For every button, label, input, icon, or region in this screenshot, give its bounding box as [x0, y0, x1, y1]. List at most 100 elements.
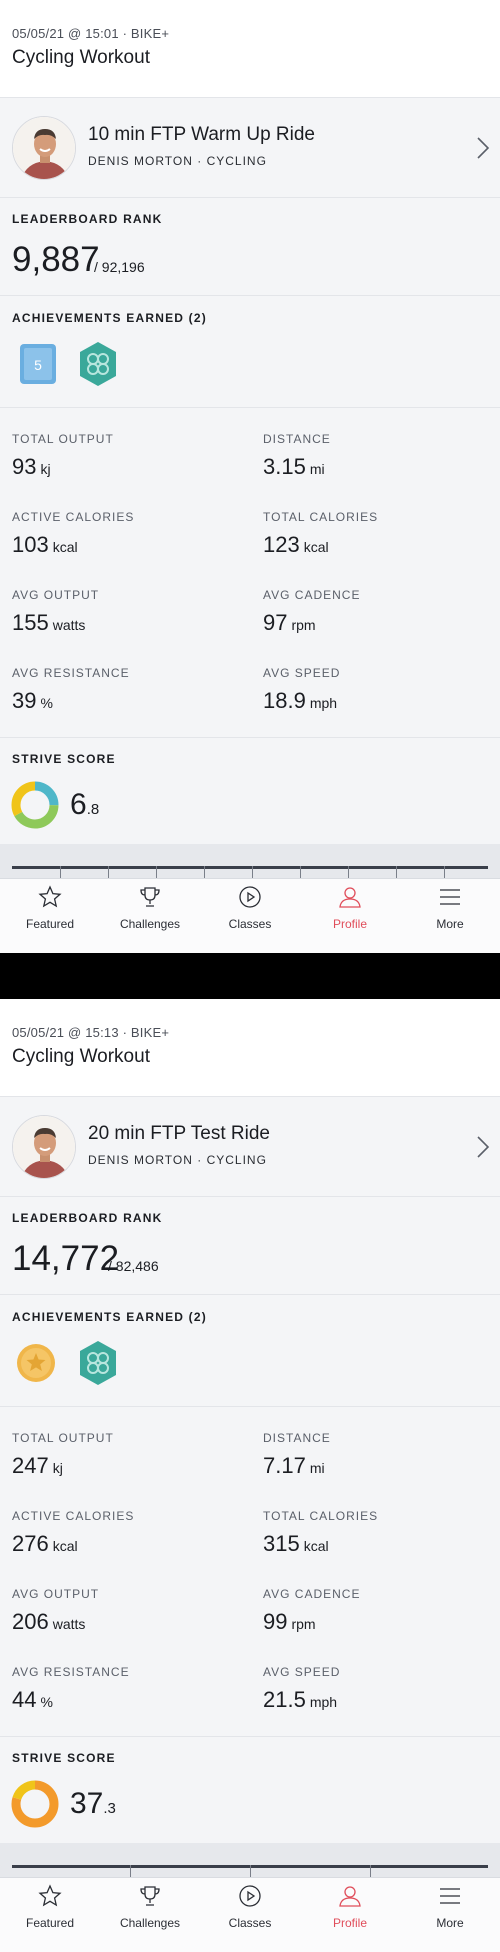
- workout-panel-1: 05/05/21 @ 15:01 · BIKE+ Cycling Workout…: [0, 0, 500, 953]
- metric-avg-speed: AVG SPEED 18.9 mph: [263, 666, 500, 714]
- graph-tick: [396, 866, 397, 878]
- leaderboard-rank: 14,772: [12, 1239, 120, 1278]
- metric-value-line: 39%: [12, 688, 252, 714]
- workout-meta: 05/05/21 @ 15:13 · BIKE+: [12, 1025, 170, 1040]
- tab-challenges[interactable]: Challenges: [100, 879, 200, 953]
- metric-unit: rpm: [291, 617, 316, 633]
- strive-score-value: 37.3: [70, 1787, 116, 1821]
- svg-text:5: 5: [34, 357, 42, 373]
- gold-medal-badge-icon[interactable]: [16, 1339, 56, 1387]
- metric-label: ACTIVE CALORIES: [12, 510, 135, 524]
- tab-profile[interactable]: Profile: [300, 879, 400, 953]
- metric-total-calories: TOTAL CALORIES 315 kcal: [263, 1509, 500, 1557]
- metric-unit: mi: [309, 461, 325, 477]
- leaderboard-section: LEADERBOARD RANK 14,772 / 82,486: [0, 1197, 500, 1295]
- strive-score-value: 6.8: [70, 788, 99, 822]
- graph-strip: [0, 1843, 500, 1877]
- achievements-section: ACHIEVEMENTS EARNED (2) 5: [0, 296, 500, 408]
- workout-title: Cycling Workout: [12, 47, 150, 68]
- metric-distance: DISTANCE 7.17 mi: [263, 1431, 500, 1479]
- tab-label: Challenges: [119, 917, 181, 931]
- strive-score-section: STRIVE SCORE 6.8: [0, 738, 500, 844]
- tab-classes[interactable]: Classes: [200, 879, 300, 953]
- trophy-icon: [140, 1886, 160, 1906]
- screenshot-separator: [0, 953, 500, 999]
- tab-challenges[interactable]: Challenges: [100, 1878, 200, 1952]
- metric-unit: kj: [52, 1460, 63, 1476]
- tab-label: Featured: [25, 1916, 75, 1930]
- tab-more[interactable]: More: [400, 1878, 500, 1952]
- graph-tick: [252, 866, 253, 878]
- tab-label: Profile: [332, 917, 367, 931]
- metric-value-line: 123 kcal: [263, 532, 500, 558]
- leaderboard-label: LEADERBOARD RANK: [12, 1211, 163, 1225]
- achievements-label: ACHIEVEMENTS EARNED (2): [12, 1310, 207, 1324]
- graph-tick: [250, 1865, 251, 1877]
- tab-label: Classes: [228, 1916, 272, 1930]
- graph-tick: [370, 1865, 371, 1877]
- metric-unit: %: [40, 1694, 53, 1710]
- metric-value: 276: [12, 1531, 49, 1556]
- metric-unit: mph: [309, 1694, 338, 1710]
- metric-value: 99: [263, 1609, 288, 1634]
- strive-score-integer: 6: [70, 788, 87, 821]
- streak-5-badge-icon[interactable]: 5: [18, 340, 58, 388]
- class-row[interactable]: 10 min FTP Warm Up Ride DENIS MORTON · C…: [0, 98, 500, 198]
- class-title: 10 min FTP Warm Up Ride: [88, 124, 315, 145]
- tab-label: Classes: [228, 917, 272, 931]
- class-subtitle: DENIS MORTON · CYCLING: [88, 154, 267, 168]
- metric-avg-speed: AVG SPEED 21.5 mph: [263, 1665, 500, 1713]
- metric-unit: mph: [309, 695, 338, 711]
- tab-featured[interactable]: Featured: [0, 879, 100, 953]
- metric-value: 7.17: [263, 1453, 306, 1478]
- metric-avg-resistance: AVG RESISTANCE 44%: [12, 1665, 252, 1713]
- hexagon-badge-icon[interactable]: [78, 1339, 118, 1387]
- metric-avg-cadence: AVG CADENCE 97 rpm: [263, 588, 500, 636]
- hexagon-badge-icon[interactable]: [78, 340, 118, 388]
- graph-tick: [300, 866, 301, 878]
- metric-value-line: 206 watts: [12, 1609, 252, 1635]
- metric-unit: rpm: [291, 1616, 316, 1632]
- graph-strip: [0, 844, 500, 878]
- metrics-grid: TOTAL OUTPUT 247 kj DISTANCE 7.17 mi ACTIV…: [0, 1407, 500, 1737]
- tab-classes[interactable]: Classes: [200, 1878, 300, 1952]
- metric-value: 103: [12, 532, 49, 557]
- class-subtitle: DENIS MORTON · CYCLING: [88, 1153, 267, 1167]
- metric-value: 44: [12, 1687, 37, 1712]
- metric-value: 155: [12, 610, 49, 635]
- leaderboard-total: / 82,486: [108, 1258, 159, 1274]
- metric-unit: kcal: [52, 1538, 78, 1554]
- metric-value: 39: [12, 688, 37, 713]
- graph-tick: [130, 1865, 131, 1877]
- graph-tick: [108, 866, 109, 878]
- tab-featured[interactable]: Featured: [0, 1878, 100, 1952]
- tab-bar: Featured Challenges Classes Profile More: [0, 1877, 500, 1952]
- workout-panel-2: 05/05/21 @ 15:13 · BIKE+ Cycling Workout…: [0, 999, 500, 1952]
- workout-header: 05/05/21 @ 15:01 · BIKE+ Cycling Workout: [0, 0, 500, 98]
- metric-value: 93: [12, 454, 37, 479]
- strive-score-integer: 37: [70, 1787, 104, 1820]
- strive-score-label: STRIVE SCORE: [12, 1751, 116, 1765]
- metric-value: 21.5: [263, 1687, 306, 1712]
- metric-label: TOTAL OUTPUT: [12, 1431, 114, 1445]
- metric-total-calories: TOTAL CALORIES 123 kcal: [263, 510, 500, 558]
- leaderboard-total: / 92,196: [94, 259, 145, 275]
- leaderboard-rank: 9,887: [12, 240, 100, 279]
- metric-value-line: 103 kcal: [12, 532, 252, 558]
- metric-value-line: 315 kcal: [263, 1531, 500, 1557]
- metric-total-output: TOTAL OUTPUT 247 kj: [12, 1431, 252, 1479]
- metric-label: TOTAL OUTPUT: [12, 432, 114, 446]
- chevron-right-icon[interactable]: [474, 134, 492, 162]
- metrics-grid: TOTAL OUTPUT 93 kj DISTANCE 3.15 mi ACTIVE…: [0, 408, 500, 738]
- class-row[interactable]: 20 min FTP Test Ride DENIS MORTON · CYCL…: [0, 1097, 500, 1197]
- strive-score-decimal: .8: [86, 801, 100, 818]
- metric-value: 97: [263, 610, 288, 635]
- metric-label: ACTIVE CALORIES: [12, 1509, 135, 1523]
- play-circle-icon: [239, 886, 261, 908]
- metric-unit: watts: [52, 1616, 86, 1632]
- metric-value: 247: [12, 1453, 49, 1478]
- tab-more[interactable]: More: [400, 879, 500, 953]
- tab-profile[interactable]: Profile: [300, 1878, 400, 1952]
- chevron-right-icon[interactable]: [474, 1133, 492, 1161]
- workout-title: Cycling Workout: [12, 1046, 150, 1067]
